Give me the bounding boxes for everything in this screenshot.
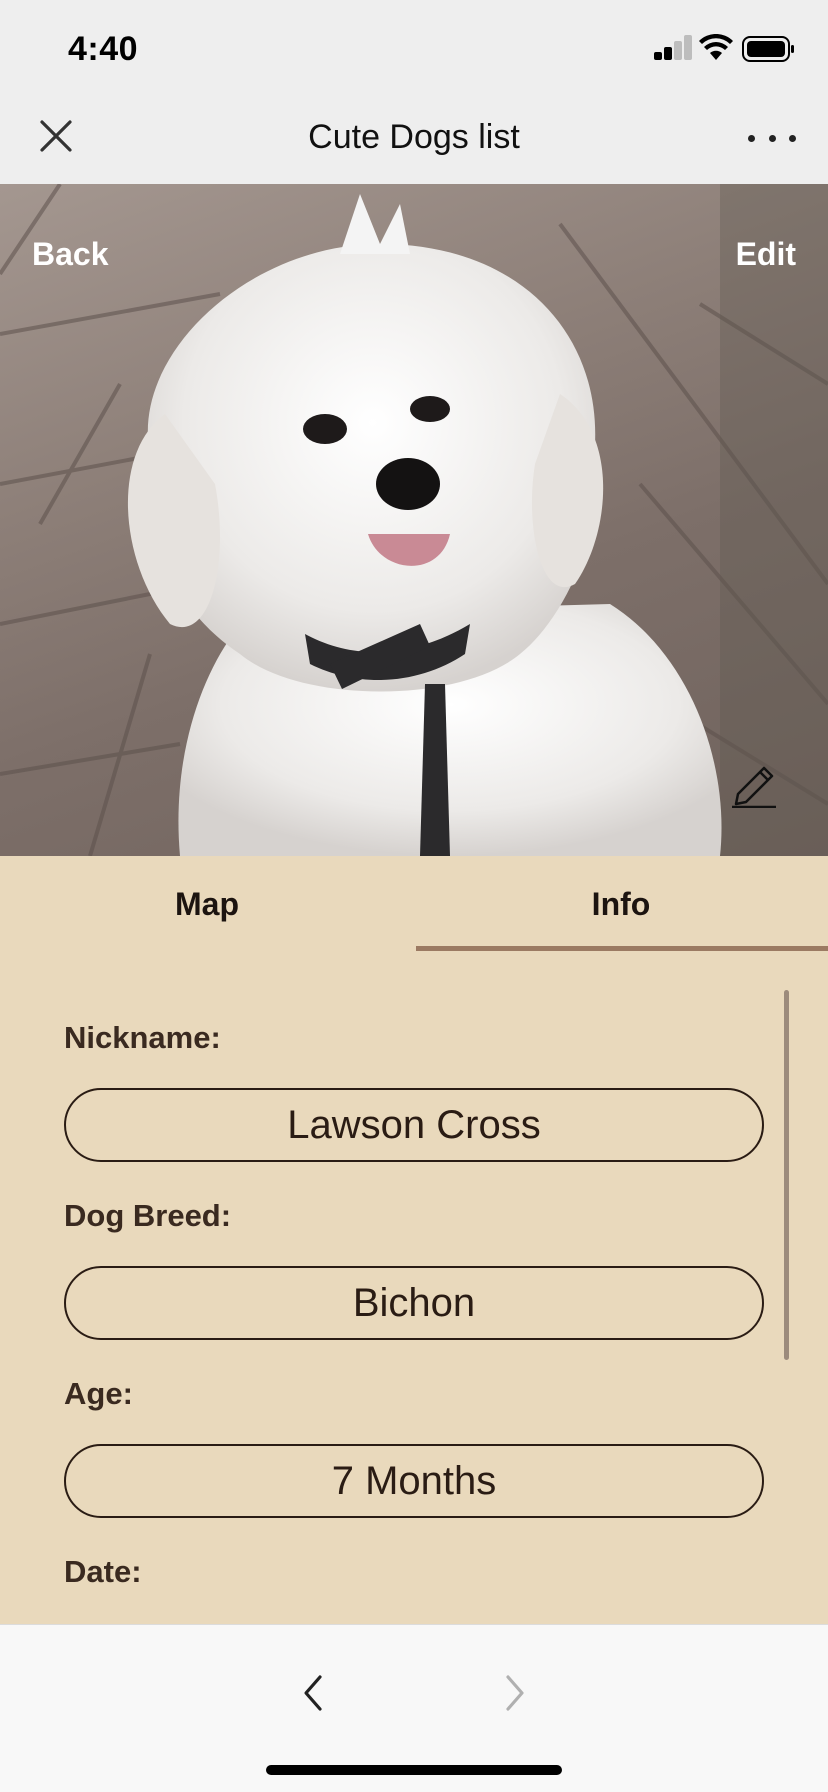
age-field[interactable]: 7 Months bbox=[64, 1444, 764, 1518]
browser-back-button[interactable] bbox=[298, 1671, 330, 1715]
chevron-right-icon bbox=[506, 1675, 524, 1711]
tab-map[interactable]: Map bbox=[0, 856, 414, 952]
dog-breed-label: Dog Breed: bbox=[64, 1198, 232, 1233]
more-options-button[interactable] bbox=[748, 118, 796, 158]
navigation-bar: Cute Dogs list bbox=[0, 96, 828, 184]
info-panel[interactable]: Nickname: Lawson Cross Dog Breed: Bichon… bbox=[0, 952, 828, 1624]
pencil-icon bbox=[732, 766, 776, 809]
tab-info[interactable]: Info bbox=[414, 856, 828, 952]
dog-breed-field[interactable]: Bichon bbox=[64, 1266, 764, 1340]
dog-photo: Back Edit bbox=[0, 184, 828, 856]
browser-forward-button[interactable] bbox=[498, 1671, 530, 1715]
age-label: Age: bbox=[64, 1376, 133, 1411]
edit-photo-button[interactable] bbox=[730, 756, 780, 809]
nickname-label: Nickname: bbox=[64, 1020, 221, 1055]
nickname-field[interactable]: Lawson Cross bbox=[64, 1088, 764, 1162]
tab-bar: Map Info bbox=[0, 856, 828, 952]
status-time: 4:40 bbox=[68, 30, 139, 68]
page-title: Cute Dogs list bbox=[308, 118, 520, 156]
date-label: Date: bbox=[64, 1554, 142, 1589]
home-indicator[interactable] bbox=[266, 1765, 562, 1775]
wifi-icon bbox=[698, 33, 734, 62]
scrollbar[interactable] bbox=[784, 990, 789, 1360]
more-dots-icon bbox=[748, 134, 755, 142]
back-button[interactable]: Back bbox=[32, 236, 109, 273]
selected-tab-indicator bbox=[416, 946, 828, 951]
status-bar: 4:40 bbox=[0, 0, 828, 96]
cellular-signal-icon bbox=[654, 34, 694, 60]
battery-icon bbox=[742, 36, 796, 62]
chevron-left-icon bbox=[304, 1675, 322, 1711]
bottom-toolbar bbox=[0, 1624, 828, 1792]
dog-photo-image bbox=[0, 184, 828, 856]
edit-button[interactable]: Edit bbox=[736, 236, 796, 273]
